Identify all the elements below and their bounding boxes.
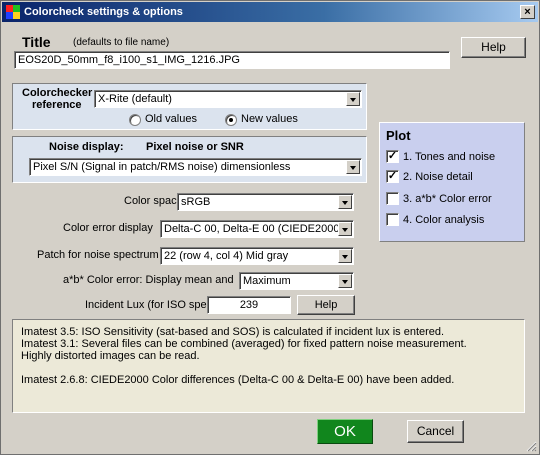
chevron-down-icon [338, 195, 352, 209]
chevron-down-icon [338, 274, 352, 288]
title-label: Title [22, 34, 51, 50]
checkbox-ab-color-error-label: 3. a*b* Color error [403, 193, 492, 205]
checkbox-ab-color-error[interactable] [386, 192, 399, 205]
check-icon: ✓ [387, 170, 398, 182]
plot-title: Plot [386, 128, 411, 143]
checkbox-noise-detail-label: 2. Noise detail [403, 171, 473, 183]
chevron-down-icon [338, 222, 352, 236]
noise-display-label2: Pixel noise or SNR [146, 141, 244, 153]
chevron-down-icon [338, 249, 352, 263]
radio-old-values-label: Old values [145, 113, 197, 125]
info-box: Imatest 3.5: ISO Sensitivity (sat-based … [12, 319, 525, 413]
chevron-down-icon [346, 160, 360, 174]
checkbox-color-analysis-label: 4. Color analysis [403, 214, 485, 226]
title-hint: (defaults to file name) [73, 37, 170, 48]
color-error-label: Color error display [63, 222, 153, 234]
noise-display-label: Noise display: [49, 141, 124, 153]
checkbox-tones-noise-label: 1. Tones and noise [403, 151, 496, 163]
radio-new-values-label: New values [241, 113, 298, 125]
colorchecker-label-line1: Colorchecker [22, 87, 93, 99]
lux-label: Incident Lux (for ISO speed) [85, 299, 223, 311]
patch-select-value: 22 (row 4, col 4) Mid gray [164, 250, 289, 262]
lux-help-button[interactable]: Help [297, 295, 355, 315]
noise-display-select-value: Pixel S/N (Signal in patch/RMS noise) di… [33, 161, 291, 173]
color-error-select-value: Delta-C 00, Delta-E 00 (CIEDE2000) [164, 223, 344, 235]
patch-select[interactable]: 22 (row 4, col 4) Mid gray [160, 247, 354, 265]
chevron-down-icon [346, 92, 360, 106]
color-space-select-value: sRGB [181, 196, 211, 208]
color-error-select[interactable]: Delta-C 00, Delta-E 00 (CIEDE2000) [160, 220, 354, 238]
colorchecker-select[interactable]: X-Rite (default) [94, 90, 362, 108]
cancel-button[interactable]: Cancel [407, 420, 464, 443]
checkbox-noise-detail[interactable]: ✓ [386, 170, 399, 183]
ok-button[interactable]: OK [317, 419, 373, 444]
info-line: Imatest 3.1: Several files can be combin… [21, 338, 467, 350]
checkbox-color-analysis[interactable] [386, 213, 399, 226]
close-button[interactable]: × [520, 5, 535, 19]
cancel-button-label: Cancel [416, 424, 455, 438]
colorchecker-select-value: X-Rite (default) [98, 93, 172, 105]
check-icon: ✓ [387, 150, 398, 162]
help-button[interactable]: Help [461, 37, 526, 58]
info-line [21, 362, 516, 374]
color-space-label: Color space [124, 195, 183, 207]
color-space-select[interactable]: sRGB [177, 193, 354, 211]
ab-error-select-value: Maximum [243, 275, 291, 287]
title-input[interactable]: EOS20D_50mm_f8_i100_s1_IMG_1216.JPG [14, 51, 450, 69]
info-line: Highly distorted images can be read. [21, 350, 200, 362]
ab-error-select[interactable]: Maximum [239, 272, 354, 290]
ab-error-label: a*b* Color error: Display mean and [63, 274, 234, 286]
lux-input[interactable]: 239 [207, 296, 291, 314]
resize-grip-icon[interactable] [526, 441, 537, 452]
radio-old-values[interactable] [129, 114, 141, 126]
dialog-window: Colorcheck settings & options × Title (d… [0, 0, 540, 455]
lux-help-button-label: Help [314, 299, 338, 311]
help-button-label: Help [481, 40, 506, 54]
patch-label: Patch for noise spectrum [37, 249, 159, 261]
info-line: Imatest 3.5: ISO Sensitivity (sat-based … [21, 326, 445, 338]
radio-new-values[interactable] [225, 114, 237, 126]
checkbox-tones-noise[interactable]: ✓ [386, 150, 399, 163]
ok-button-label: OK [334, 423, 356, 440]
colorchecker-label-line2: reference [32, 99, 82, 111]
app-icon [6, 5, 20, 19]
window-title: Colorcheck settings & options [24, 6, 183, 18]
title-bar: Colorcheck settings & options × [2, 2, 538, 22]
info-line: Imatest 2.6.8: CIEDE2000 Color differenc… [21, 374, 455, 386]
close-icon: × [524, 6, 531, 18]
noise-display-select[interactable]: Pixel S/N (Signal in patch/RMS noise) di… [29, 158, 362, 176]
